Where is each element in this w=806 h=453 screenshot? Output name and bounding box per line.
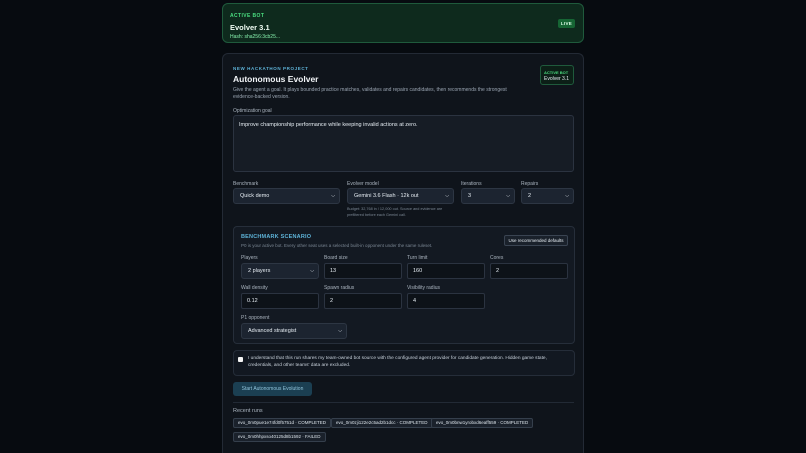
cores-label: Cores [490, 255, 504, 261]
badge-label: ACTIVE BOT [544, 70, 569, 75]
recent-run-chip[interactable]: evo_0m0bnw1yrobxd6eaff559 · COMPLETED [431, 418, 534, 428]
badge-value: Evolver 3.1 [544, 76, 570, 82]
active-bot-card: ACTIVE BOT Evolver 3.1 Hash: sha256:3cb2… [222, 3, 584, 43]
visibility-radius-label: Visibility radius [407, 285, 440, 291]
spawn-radius-input[interactable]: 2 [324, 293, 402, 309]
recent-run-chip[interactable]: evo_0m0zji122e2c5ad2b1dcc · COMPLETED [331, 418, 433, 428]
goal-label: Optimization goal [233, 108, 272, 114]
new-project-card: NEW HACKATHON PROJECT Autonomous Evolver… [222, 53, 584, 453]
iterations-value: 3 [468, 193, 472, 199]
chevron-down-icon: ⌵ [445, 193, 449, 199]
consent-text: I understand that this run shares my tea… [248, 356, 547, 368]
chevron-down-icon: ⌵ [338, 328, 342, 334]
wall-density-label: Wall density [241, 285, 268, 291]
scenario-subtitle: P0 is your active bot. Every other seat … [241, 243, 433, 248]
active-bot-hash: Hash: sha256:3cb25... [230, 34, 281, 40]
evolver-model-select[interactable]: Gemini 3.6 Flash · 12k out ⌵ [347, 188, 454, 204]
iterations-label: Iterations [461, 181, 482, 187]
players-select[interactable]: 2 players ⌵ [241, 263, 319, 279]
players-label: Players [241, 255, 258, 261]
chevron-down-icon: ⌵ [565, 193, 569, 199]
recent-runs-title: Recent runs [233, 408, 263, 414]
players-value: 2 players [248, 268, 271, 274]
model-budget-hint: Budget: 32,768 in / 12,000 out. Source a… [347, 207, 443, 217]
use-recommended-defaults-button[interactable]: Use recommended defaults [504, 235, 568, 246]
benchmark-select[interactable]: Quick demo ⌵ [233, 188, 340, 204]
repairs-label: Repairs [521, 181, 539, 187]
model-label: Evolver model [347, 181, 379, 187]
opponent-select[interactable]: Advanced strategist ⌵ [241, 323, 347, 339]
cores-input[interactable]: 2 [490, 263, 568, 279]
chevron-down-icon: ⌵ [506, 193, 510, 199]
live-status-badge: LIVE [558, 19, 575, 28]
benchmark-scenario-panel: BENCHMARK SCENARIO P0 is your active bot… [233, 226, 575, 344]
chevron-down-icon: ⌵ [331, 193, 335, 199]
repairs-value: 2 [528, 193, 532, 199]
consent-checkbox[interactable] [238, 357, 243, 362]
turn-limit-input[interactable]: 160 [407, 263, 485, 279]
visibility-radius-input[interactable]: 4 [407, 293, 485, 309]
opponent-label: P1 opponent [241, 315, 270, 321]
project-description: Give the agent a goal. It plays bounded … [233, 87, 507, 100]
recent-run-chip[interactable]: evo_0m0hhpxso40125d8b1592 · FAILED [233, 432, 326, 442]
recent-run-chip[interactable]: evo_0m0pue1e74fd0f5751d · COMPLETED [233, 418, 332, 428]
model-value: Gemini 3.6 Flash · 12k out [354, 193, 419, 199]
active-bot-name: Evolver 3.1 [230, 23, 270, 32]
benchmark-value: Quick demo [240, 193, 270, 199]
spawn-radius-label: Spawn radius [324, 285, 355, 291]
scenario-title: BENCHMARK SCENARIO [241, 234, 312, 240]
consent-box: I understand that this run shares my tea… [233, 350, 575, 376]
active-bot-badge: ACTIVE BOT Evolver 3.1 [540, 65, 574, 85]
board-size-input[interactable]: 13 [324, 263, 402, 279]
chevron-down-icon: ⌵ [310, 268, 314, 274]
active-bot-label: ACTIVE BOT [230, 13, 265, 19]
page-title: Autonomous Evolver [233, 74, 319, 84]
optimization-goal-textarea[interactable]: Improve championship performance while k… [233, 115, 574, 172]
benchmark-label: Benchmark [233, 181, 259, 187]
start-autonomous-evolution-button[interactable]: Start Autonomous Evolution [233, 382, 312, 396]
project-eyebrow: NEW HACKATHON PROJECT [233, 66, 309, 71]
divider [233, 402, 574, 403]
repairs-select[interactable]: 2 ⌵ [521, 188, 574, 204]
turn-limit-label: Turn limit [407, 255, 428, 261]
wall-density-input[interactable]: 0.12 [241, 293, 319, 309]
opponent-value: Advanced strategist [248, 328, 297, 334]
board-size-label: Board size [324, 255, 348, 261]
iterations-select[interactable]: 3 ⌵ [461, 188, 515, 204]
